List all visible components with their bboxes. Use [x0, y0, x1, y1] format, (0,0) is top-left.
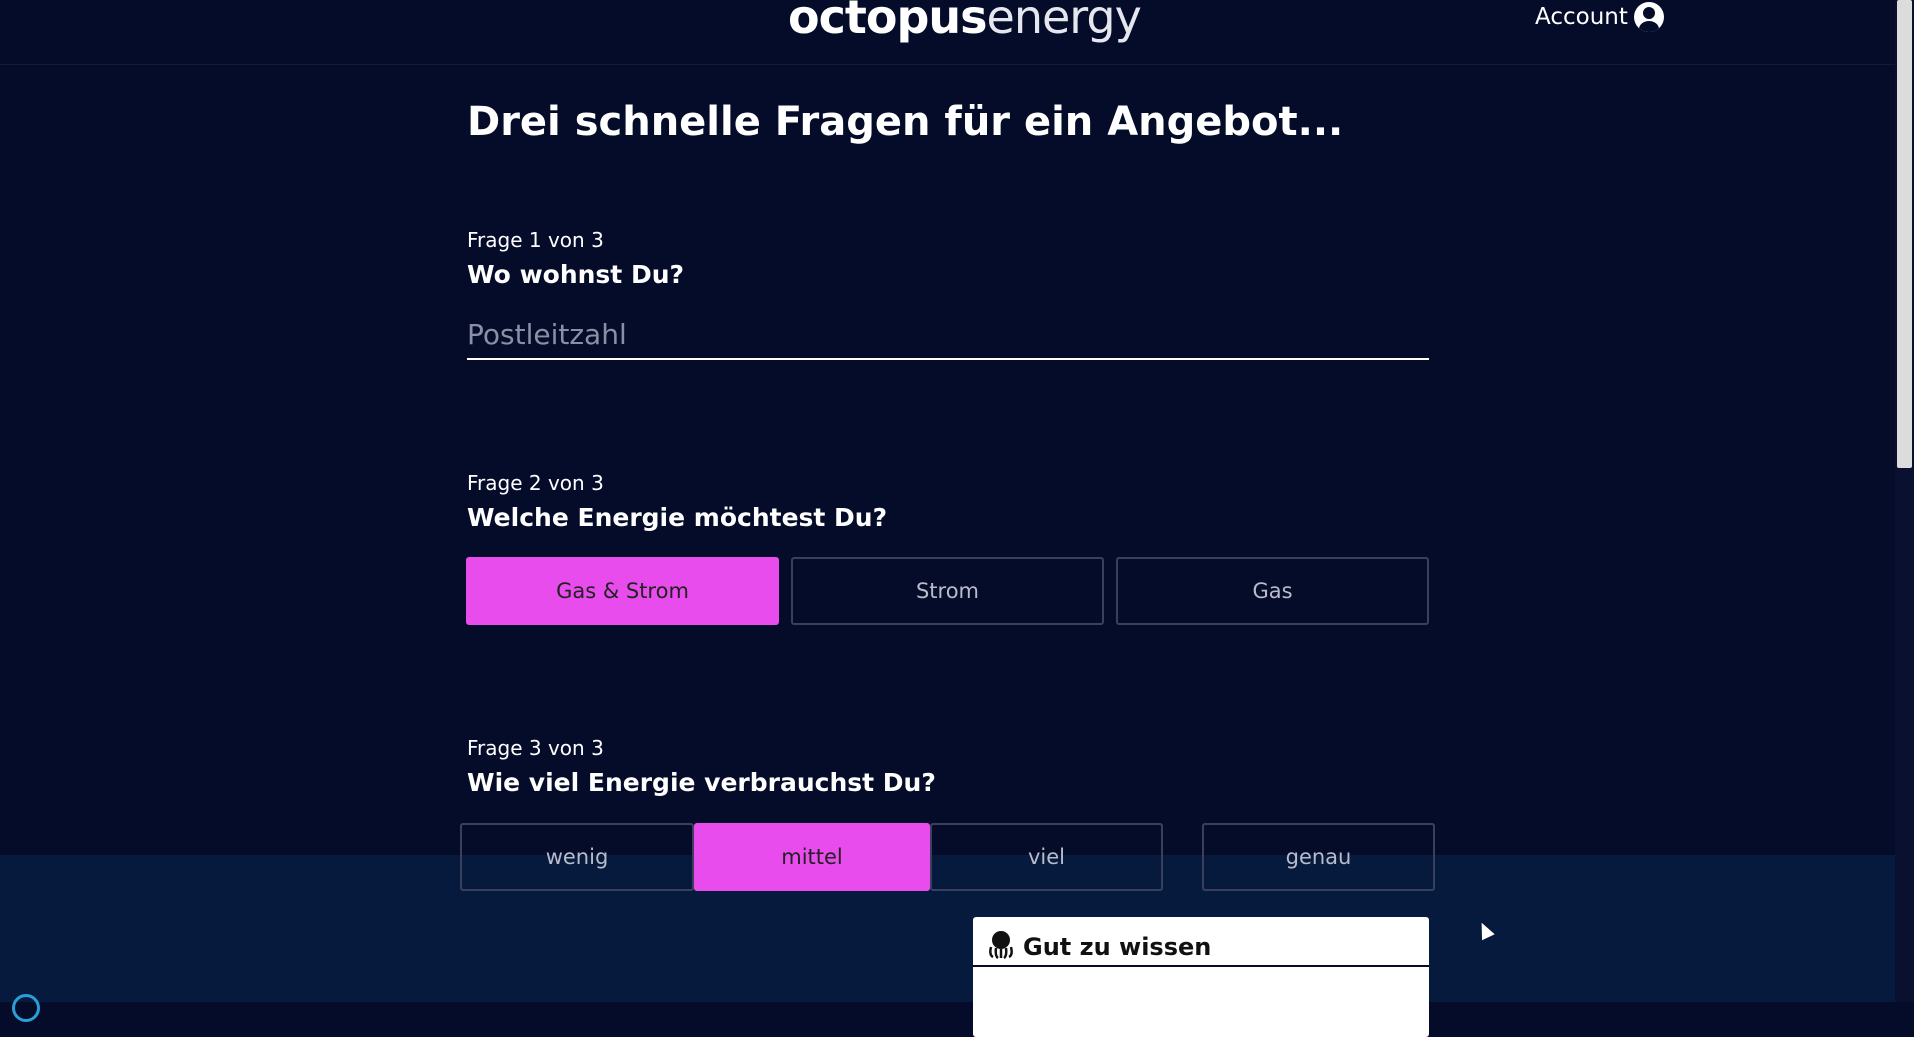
question-3-step: Frage 3 von 3 — [467, 736, 604, 760]
question-1-text: Wo wohnst Du? — [467, 260, 685, 289]
account-link[interactable]: Account — [1535, 2, 1664, 32]
energy-option-strom[interactable]: Strom — [791, 557, 1104, 625]
user-avatar-icon — [1633, 2, 1664, 32]
usage-option-wenig[interactable]: wenig — [460, 823, 694, 891]
usage-option-genau[interactable]: genau — [1202, 823, 1435, 891]
energy-option-gas-strom[interactable]: Gas & Strom — [466, 557, 779, 625]
good-to-know-title: Gut zu wissen — [1023, 933, 1212, 961]
question-3-text: Wie viel Energie verbrauchst Du? — [467, 768, 936, 797]
postcode-input[interactable] — [467, 310, 1429, 360]
chat-widget-icon[interactable] — [12, 994, 40, 1022]
octopus-mascot-icon — [987, 929, 1015, 965]
page-scrollbar[interactable] — [1895, 0, 1914, 1002]
energy-option-gas[interactable]: Gas — [1116, 557, 1429, 625]
question-2-step: Frage 2 von 3 — [467, 471, 604, 495]
scrollbar-thumb[interactable] — [1897, 0, 1912, 468]
good-to-know-card: Gut zu wissen — [973, 917, 1429, 1037]
page-title: Drei schnelle Fragen für ein Angebot... — [467, 99, 1344, 145]
question-1-step: Frage 1 von 3 — [467, 228, 604, 252]
account-label: Account — [1535, 4, 1628, 30]
logo-word-octopus: octopus — [788, 0, 988, 44]
logo-word-energy: energy — [986, 0, 1142, 44]
usage-option-viel[interactable]: viel — [930, 823, 1163, 891]
good-to-know-header: Gut zu wissen — [973, 917, 1429, 967]
top-navigation-bar: octopusenergy Account — [0, 0, 1895, 65]
question-2-text: Welche Energie möchtest Du? — [467, 503, 888, 532]
octopus-energy-logo[interactable]: octopusenergy — [788, 0, 1142, 44]
usage-option-mittel[interactable]: mittel — [694, 823, 930, 891]
